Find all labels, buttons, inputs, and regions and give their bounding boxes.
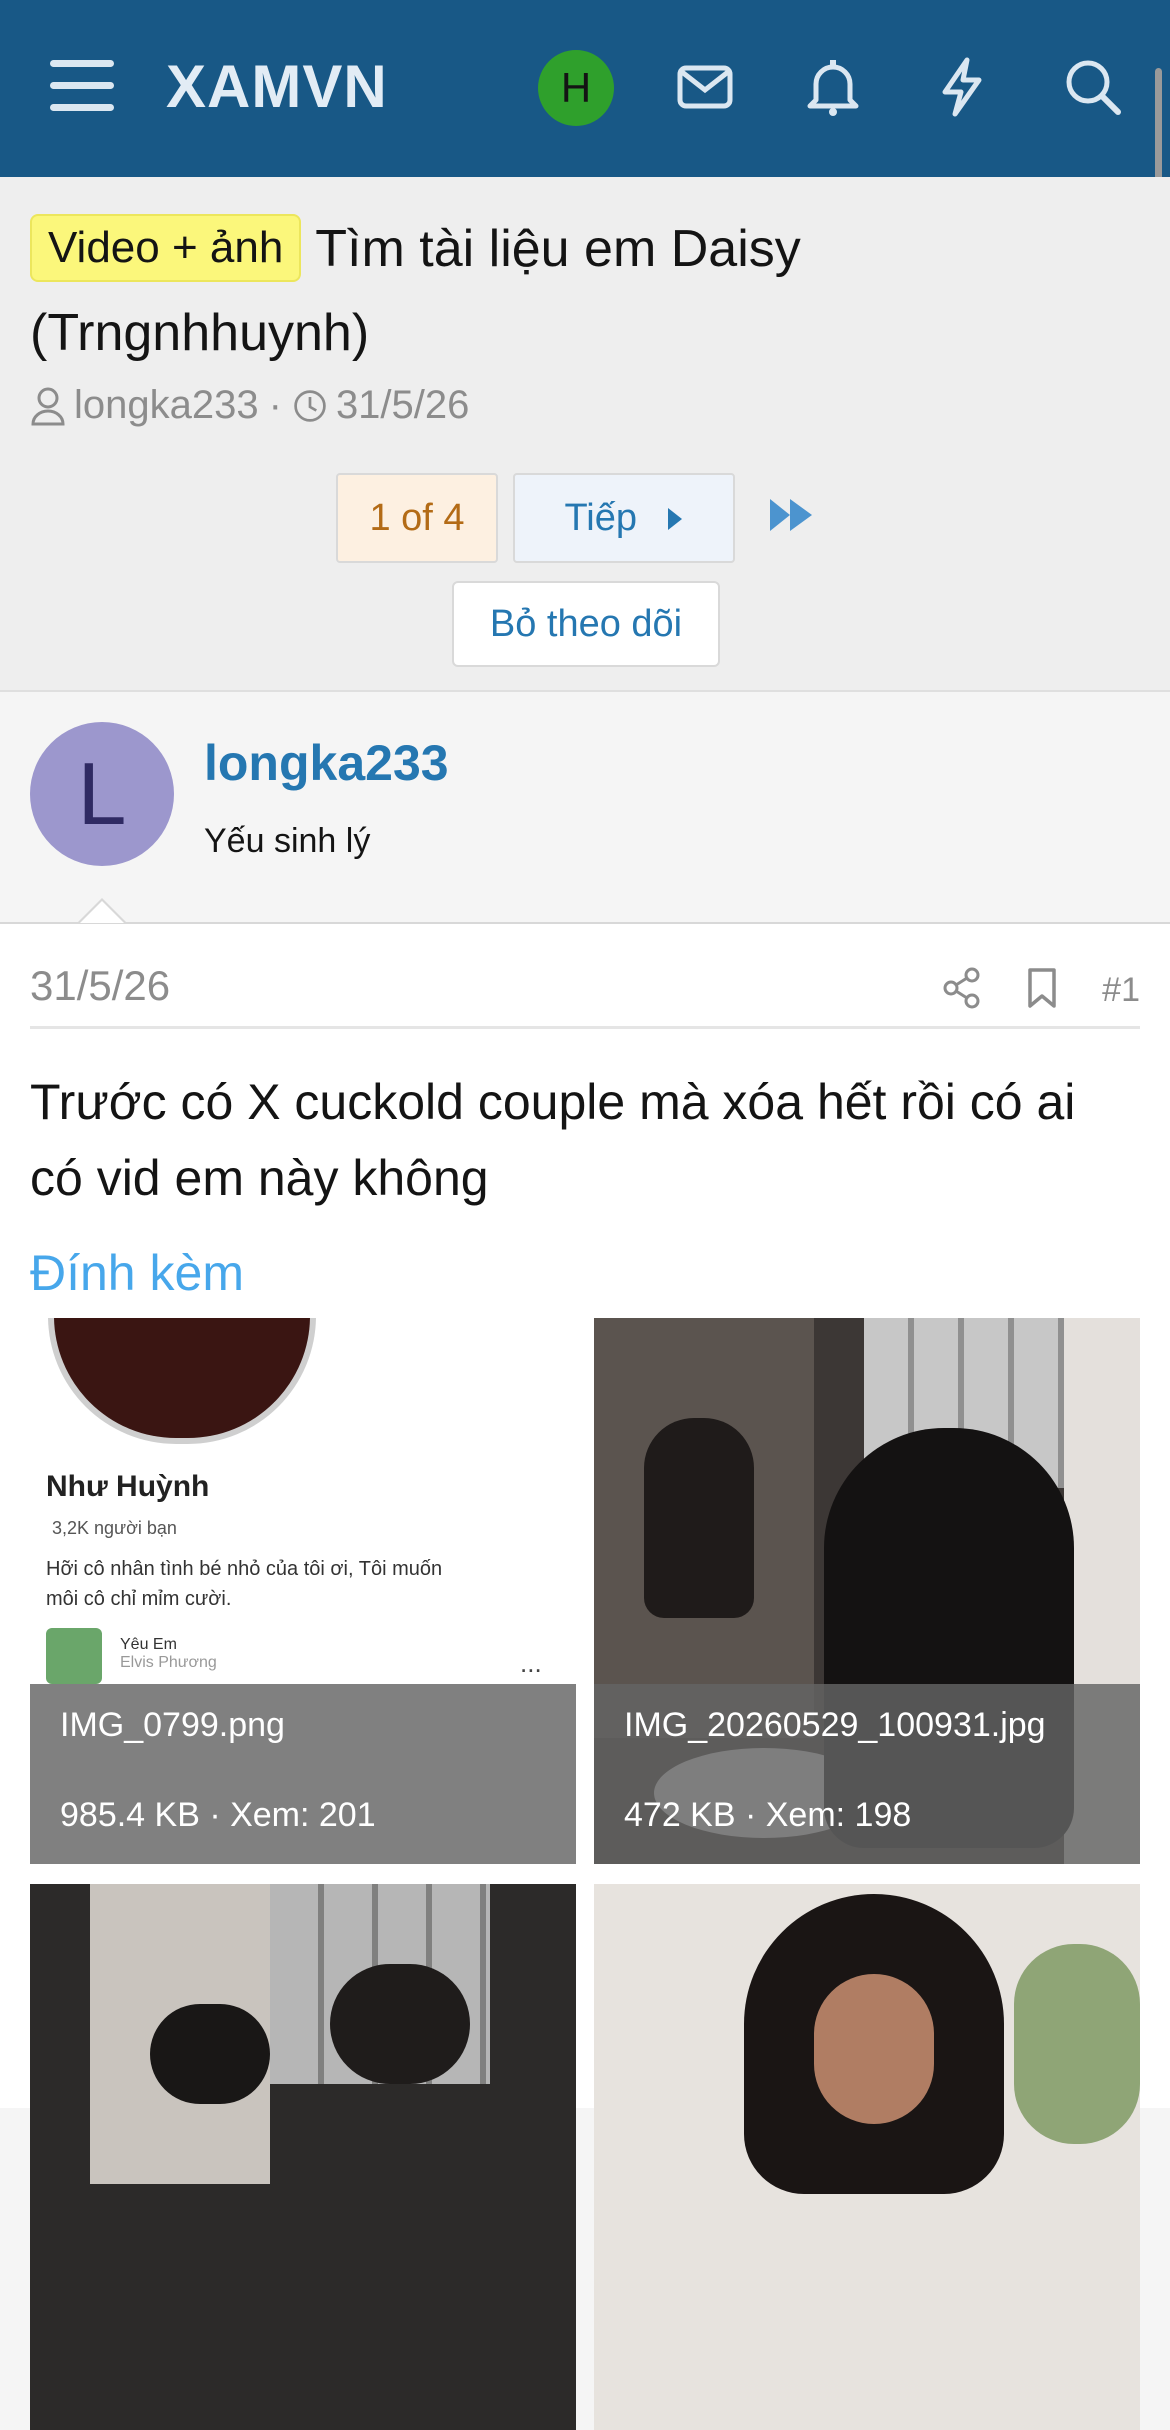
user-avatar[interactable]: H [538, 50, 614, 126]
thread-author-link[interactable]: longka233 [74, 383, 259, 428]
page-current-button[interactable]: 1 of 4 [336, 473, 498, 563]
page-next-button[interactable]: Tiếp [513, 473, 735, 563]
caret-right-icon [667, 508, 682, 530]
top-navigation-bar: XAMVN H [0, 0, 1170, 177]
unwatch-button[interactable]: Bỏ theo dõi [452, 581, 720, 667]
photo-face [814, 1974, 934, 2124]
search-icon[interactable] [1060, 54, 1126, 120]
share-icon[interactable] [942, 966, 982, 1015]
author-arrow [78, 898, 126, 923]
page-next-label: Tiếp [564, 497, 637, 539]
preview-badge-text: Yêu Em Elvis Phương [120, 1636, 217, 1672]
attachment-caption: IMG_20260529_100931.jpg 472 KB · Xem: 19… [594, 1684, 1140, 1864]
attachment-meta: 985.4 KB · Xem: 201 [60, 1796, 376, 1834]
attachment-caption: IMG_0799.png 985.4 KB · Xem: 201 [30, 1684, 576, 1864]
post-number-link[interactable]: #1 [1102, 971, 1140, 1010]
author-user-title: Yếu sinh lý [204, 822, 371, 860]
meta-separator: · [268, 383, 282, 427]
post-container: 31/5/26 #1 Trước có X cuckold couple mà … [0, 924, 1170, 2430]
thread-header: Video + ảnh Tìm tài liệu em Daisy (Trngnh… [0, 177, 1170, 692]
preview-more-icon: ... [520, 1648, 542, 1678]
bell-icon[interactable] [800, 54, 866, 120]
attachment-thumbnail[interactable] [30, 1884, 576, 2430]
site-logo[interactable]: XAMVN [166, 52, 388, 121]
clock-icon [294, 389, 326, 422]
profile-photo [48, 1318, 316, 1444]
attachments-heading: Đính kèm [30, 1245, 244, 1301]
attachment-thumbnail[interactable] [594, 1884, 1140, 2430]
photo-plant [1014, 1944, 1140, 2144]
attachment-thumbnail[interactable]: Như Huỳnh 3,2K người bạn Hỡi cô nhân tìn… [30, 1318, 576, 1864]
attachment-thumbnail[interactable]: IMG_20260529_100931.jpg 472 KB · Xem: 19… [594, 1318, 1140, 1864]
preview-badge-image [46, 1628, 102, 1684]
attachment-meta: 472 KB · Xem: 198 [624, 1796, 912, 1834]
menu-icon[interactable] [50, 60, 114, 112]
author-avatar[interactable]: L [30, 722, 174, 866]
user-icon [31, 387, 65, 425]
thread-title: Video + ảnh Tìm tài liệu em Daisy (Trngnh… [30, 207, 1130, 375]
preview-badge-sub: Elvis Phương [120, 1654, 217, 1671]
preview-bio: Hỡi cô nhân tình bé nhỏ của tôi ơi, Tôi … [46, 1558, 443, 1610]
thread-prefix-badge[interactable]: Video + ảnh [30, 214, 302, 282]
page-last-icon[interactable] [768, 495, 814, 535]
thread-date: 31/5/26 [335, 383, 470, 427]
post-divider [30, 1026, 1140, 1029]
mail-icon[interactable] [672, 54, 738, 120]
thread-meta: longka233 · 31/5/26 [30, 383, 469, 428]
photo-reflection [644, 1418, 754, 1618]
attachment-filename: IMG_20260529_100931.jpg [624, 1706, 1046, 1744]
photo-figure [330, 1964, 470, 2084]
post-date-link[interactable]: 31/5/26 [30, 962, 170, 1010]
preview-friend-count: 3,2K người bạn [52, 1518, 177, 1538]
bookmark-icon[interactable] [1022, 966, 1062, 1015]
post-author-block: L longka233 Yếu sinh lý [0, 692, 1170, 924]
post-message: Trước có X cuckold couple mà xóa hết rồi… [30, 1074, 1076, 1206]
photo-figure [150, 2004, 270, 2104]
post-actions: #1 [902, 966, 1140, 1015]
attachment-filename: IMG_0799.png [60, 1706, 285, 1744]
bolt-icon[interactable] [929, 54, 995, 120]
preview-badge-title: Yêu Em [120, 1636, 177, 1653]
author-name-link[interactable]: longka233 [204, 734, 449, 792]
preview-profile-name: Như Huỳnh [46, 1470, 210, 1503]
